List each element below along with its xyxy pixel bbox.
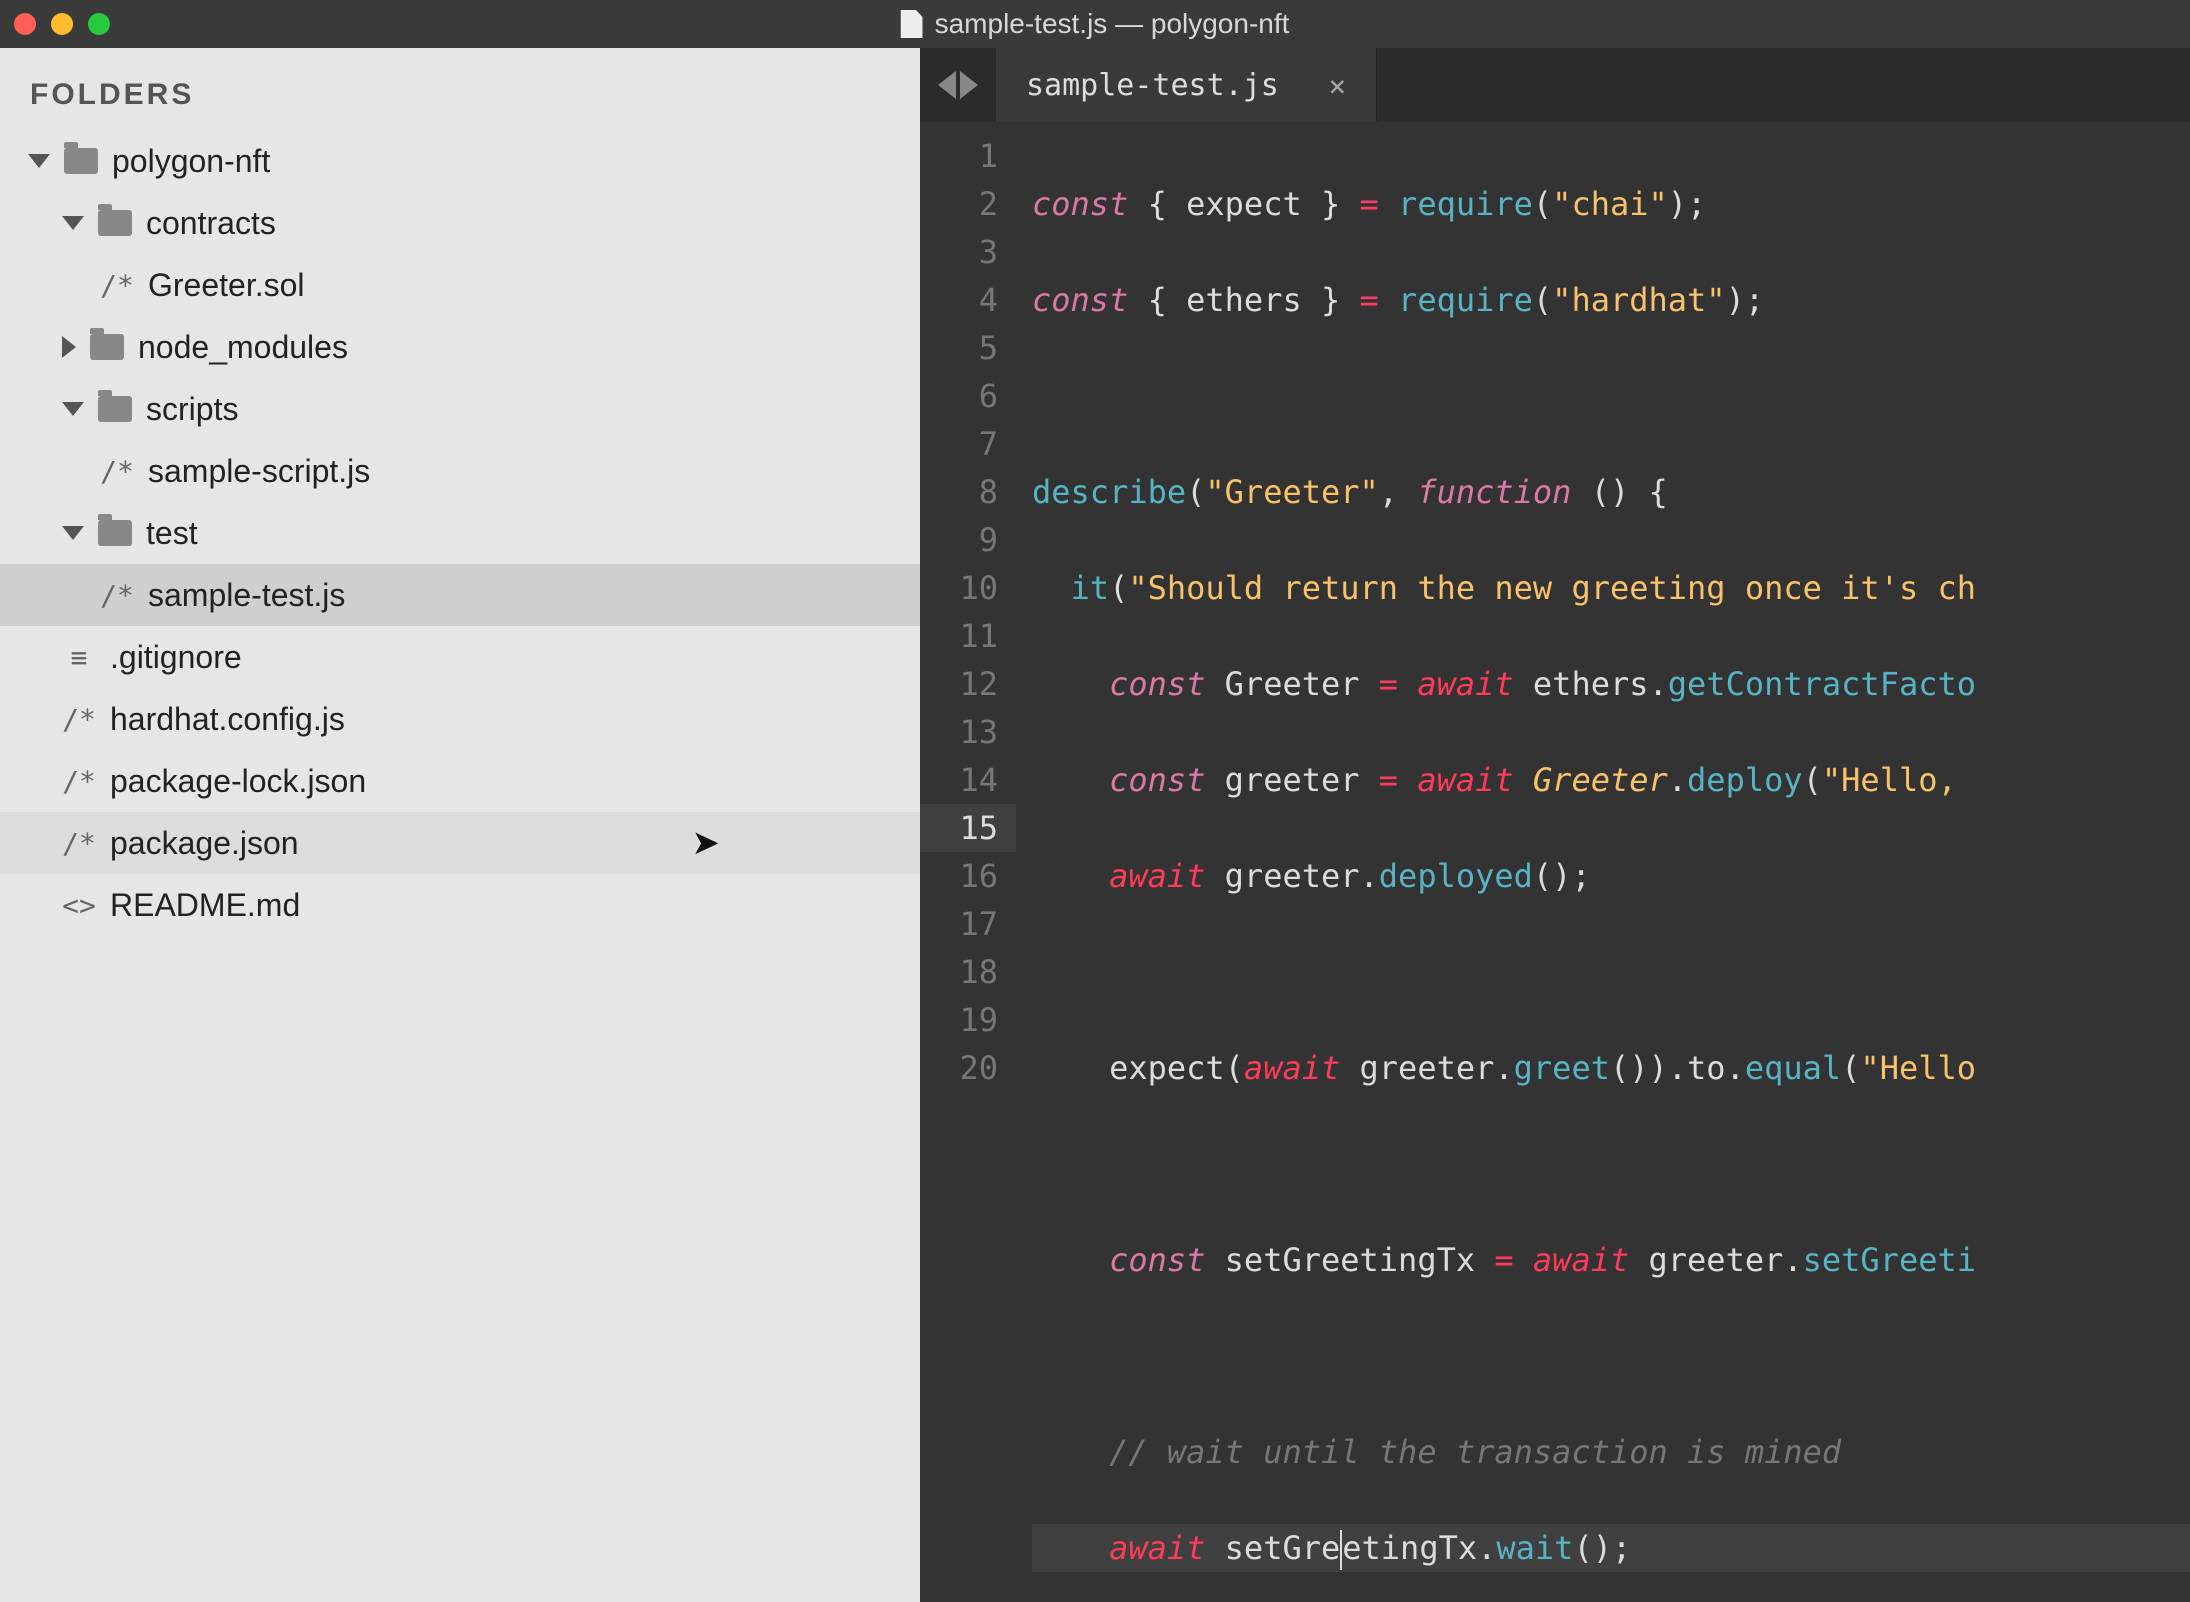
tree-file-active[interactable]: /* sample-test.js (0, 564, 920, 626)
tree-file[interactable]: /* hardhat.config.js (0, 688, 920, 750)
folder-tree: polygon-nft contracts /* Greeter.sol nod… (0, 130, 920, 936)
tree-file[interactable]: ≡ .gitignore (0, 626, 920, 688)
tree-label: README.md (110, 887, 300, 924)
file-icon: ≡ (62, 641, 96, 674)
tab-history-nav (920, 48, 996, 122)
line-number: 13 (920, 708, 998, 756)
tree-file[interactable]: /* sample-script.js (0, 440, 920, 502)
tree-label: .gitignore (110, 639, 242, 676)
tree-label: package.json (110, 825, 299, 862)
tree-label: test (146, 515, 198, 552)
file-icon: /* (100, 579, 134, 612)
file-icon: /* (100, 269, 134, 302)
line-number: 20 (920, 1044, 998, 1092)
document-icon (901, 10, 923, 38)
chevron-down-icon (62, 526, 84, 540)
file-icon: /* (100, 455, 134, 488)
line-number: 14 (920, 756, 998, 804)
sidebar: FOLDERS polygon-nft contracts /* Greeter… (0, 48, 920, 1602)
window-controls (14, 13, 110, 35)
tree-label: sample-test.js (148, 577, 345, 614)
window-title-text: sample-test.js — polygon-nft (935, 8, 1290, 40)
tree-label: scripts (146, 391, 238, 428)
line-number: 7 (920, 420, 998, 468)
line-number: 8 (920, 468, 998, 516)
tree-file[interactable]: /* package-lock.json (0, 750, 920, 812)
tab-active[interactable]: sample-test.js ✕ (996, 48, 1377, 122)
file-icon: /* (62, 703, 96, 736)
tree-label: node_modules (138, 329, 348, 366)
chevron-down-icon (62, 402, 84, 416)
line-number: 2 (920, 180, 998, 228)
folder-icon (90, 334, 124, 360)
line-number: 15 (920, 804, 1016, 852)
tree-file[interactable]: <> README.md (0, 874, 920, 936)
line-gutter: 1 2 3 4 5 6 7 8 9 10 11 12 13 14 15 16 1… (920, 122, 1016, 1602)
tree-folder-contracts[interactable]: contracts (0, 192, 920, 254)
folder-icon (98, 520, 132, 546)
tree-file[interactable]: /* package.json ➤ (0, 812, 920, 874)
file-icon: /* (62, 827, 96, 860)
sidebar-header: FOLDERS (0, 78, 920, 130)
line-number: 5 (920, 324, 998, 372)
editor-pane: sample-test.js ✕ 1 2 3 4 5 6 7 8 9 10 11… (920, 48, 2190, 1602)
line-number: 18 (920, 948, 998, 996)
line-number: 17 (920, 900, 998, 948)
maximize-window-button[interactable] (88, 13, 110, 35)
folder-icon (98, 210, 132, 236)
code-content[interactable]: const { expect } = require("chai"); cons… (1016, 122, 2190, 1602)
tree-folder-scripts[interactable]: scripts (0, 378, 920, 440)
code-area[interactable]: 1 2 3 4 5 6 7 8 9 10 11 12 13 14 15 16 1… (920, 122, 2190, 1602)
line-number: 12 (920, 660, 998, 708)
file-icon: /* (62, 765, 96, 798)
line-number: 11 (920, 612, 998, 660)
nav-forward-icon[interactable] (960, 71, 978, 99)
close-window-button[interactable] (14, 13, 36, 35)
tree-label: hardhat.config.js (110, 701, 345, 738)
tree-label: package-lock.json (110, 763, 366, 800)
tree-label: sample-script.js (148, 453, 370, 490)
line-number: 9 (920, 516, 998, 564)
tree-file[interactable]: /* Greeter.sol (0, 254, 920, 316)
folder-icon (64, 148, 98, 174)
tab-label: sample-test.js (1026, 68, 1279, 103)
tree-folder-node-modules[interactable]: node_modules (0, 316, 920, 378)
workarea: FOLDERS polygon-nft contracts /* Greeter… (0, 48, 2190, 1602)
cursor-icon: ➤ (692, 823, 721, 863)
chevron-down-icon (62, 216, 84, 230)
close-tab-icon[interactable]: ✕ (1329, 69, 1346, 102)
line-number: 6 (920, 372, 998, 420)
line-number: 1 (920, 132, 998, 180)
line-number: 16 (920, 852, 998, 900)
line-number: 3 (920, 228, 998, 276)
minimize-window-button[interactable] (51, 13, 73, 35)
titlebar: sample-test.js — polygon-nft (0, 0, 2190, 48)
nav-back-icon[interactable] (938, 71, 956, 99)
tree-folder-test[interactable]: test (0, 502, 920, 564)
tree-label: contracts (146, 205, 276, 242)
line-number: 4 (920, 276, 998, 324)
file-icon: <> (62, 889, 96, 922)
chevron-down-icon (28, 154, 50, 168)
tree-folder-root[interactable]: polygon-nft (0, 130, 920, 192)
folder-icon (98, 396, 132, 422)
tabbar: sample-test.js ✕ (920, 48, 2190, 122)
tree-label: polygon-nft (112, 143, 270, 180)
chevron-right-icon (62, 336, 76, 358)
window-title: sample-test.js — polygon-nft (901, 8, 1290, 40)
tree-label: Greeter.sol (148, 267, 305, 304)
line-number: 10 (920, 564, 998, 612)
line-number: 19 (920, 996, 998, 1044)
